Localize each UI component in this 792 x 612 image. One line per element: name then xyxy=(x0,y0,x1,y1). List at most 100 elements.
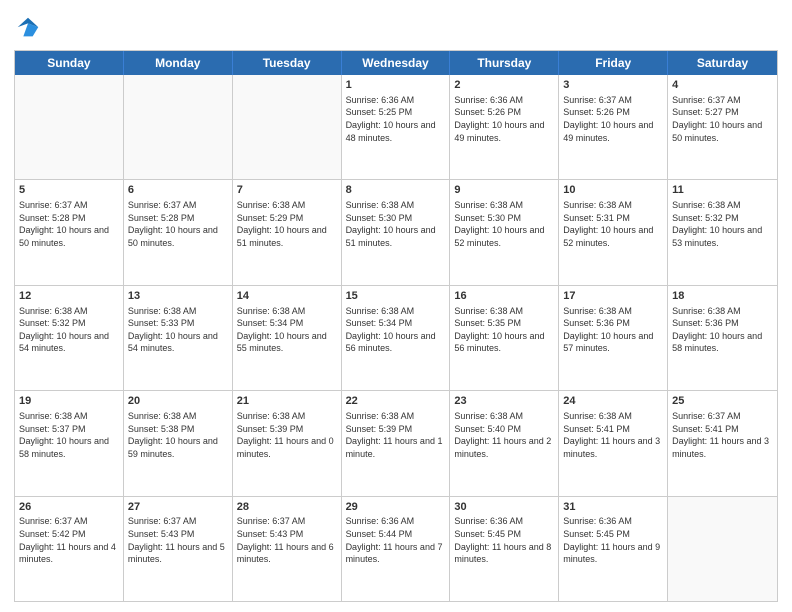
day-info: Sunrise: 6:37 AMSunset: 5:41 PMDaylight:… xyxy=(672,410,773,460)
empty-cell xyxy=(233,75,342,179)
day-cell-24: 24Sunrise: 6:38 AMSunset: 5:41 PMDayligh… xyxy=(559,391,668,495)
day-info: Sunrise: 6:38 AMSunset: 5:38 PMDaylight:… xyxy=(128,410,228,460)
day-number: 24 xyxy=(563,394,663,409)
day-number: 21 xyxy=(237,394,337,409)
empty-cell xyxy=(15,75,124,179)
week-row-4: 19Sunrise: 6:38 AMSunset: 5:37 PMDayligh… xyxy=(15,391,777,496)
day-number: 28 xyxy=(237,500,337,515)
calendar-body: 1Sunrise: 6:36 AMSunset: 5:25 PMDaylight… xyxy=(15,75,777,601)
day-cell-27: 27Sunrise: 6:37 AMSunset: 5:43 PMDayligh… xyxy=(124,497,233,601)
header-day-wednesday: Wednesday xyxy=(342,51,451,75)
day-cell-5: 5Sunrise: 6:37 AMSunset: 5:28 PMDaylight… xyxy=(15,180,124,284)
logo-icon xyxy=(14,14,42,42)
day-info: Sunrise: 6:37 AMSunset: 5:28 PMDaylight:… xyxy=(128,199,228,249)
day-cell-26: 26Sunrise: 6:37 AMSunset: 5:42 PMDayligh… xyxy=(15,497,124,601)
day-cell-12: 12Sunrise: 6:38 AMSunset: 5:32 PMDayligh… xyxy=(15,286,124,390)
page: SundayMondayTuesdayWednesdayThursdayFrid… xyxy=(0,0,792,612)
day-cell-22: 22Sunrise: 6:38 AMSunset: 5:39 PMDayligh… xyxy=(342,391,451,495)
week-row-2: 5Sunrise: 6:37 AMSunset: 5:28 PMDaylight… xyxy=(15,180,777,285)
day-cell-14: 14Sunrise: 6:38 AMSunset: 5:34 PMDayligh… xyxy=(233,286,342,390)
day-info: Sunrise: 6:38 AMSunset: 5:30 PMDaylight:… xyxy=(454,199,554,249)
day-info: Sunrise: 6:38 AMSunset: 5:31 PMDaylight:… xyxy=(563,199,663,249)
day-cell-23: 23Sunrise: 6:38 AMSunset: 5:40 PMDayligh… xyxy=(450,391,559,495)
day-info: Sunrise: 6:36 AMSunset: 5:45 PMDaylight:… xyxy=(454,515,554,565)
day-cell-2: 2Sunrise: 6:36 AMSunset: 5:26 PMDaylight… xyxy=(450,75,559,179)
day-info: Sunrise: 6:38 AMSunset: 5:39 PMDaylight:… xyxy=(237,410,337,460)
day-number: 8 xyxy=(346,183,446,198)
day-cell-9: 9Sunrise: 6:38 AMSunset: 5:30 PMDaylight… xyxy=(450,180,559,284)
day-info: Sunrise: 6:36 AMSunset: 5:44 PMDaylight:… xyxy=(346,515,446,565)
day-info: Sunrise: 6:38 AMSunset: 5:32 PMDaylight:… xyxy=(19,305,119,355)
week-row-3: 12Sunrise: 6:38 AMSunset: 5:32 PMDayligh… xyxy=(15,286,777,391)
day-number: 7 xyxy=(237,183,337,198)
day-number: 9 xyxy=(454,183,554,198)
day-cell-16: 16Sunrise: 6:38 AMSunset: 5:35 PMDayligh… xyxy=(450,286,559,390)
day-cell-30: 30Sunrise: 6:36 AMSunset: 5:45 PMDayligh… xyxy=(450,497,559,601)
header-day-friday: Friday xyxy=(559,51,668,75)
day-number: 15 xyxy=(346,289,446,304)
day-number: 5 xyxy=(19,183,119,198)
day-info: Sunrise: 6:38 AMSunset: 5:37 PMDaylight:… xyxy=(19,410,119,460)
day-info: Sunrise: 6:36 AMSunset: 5:45 PMDaylight:… xyxy=(563,515,663,565)
day-number: 3 xyxy=(563,78,663,93)
day-number: 27 xyxy=(128,500,228,515)
header-day-thursday: Thursday xyxy=(450,51,559,75)
day-info: Sunrise: 6:37 AMSunset: 5:43 PMDaylight:… xyxy=(128,515,228,565)
day-info: Sunrise: 6:37 AMSunset: 5:27 PMDaylight:… xyxy=(672,94,773,144)
day-number: 12 xyxy=(19,289,119,304)
day-cell-7: 7Sunrise: 6:38 AMSunset: 5:29 PMDaylight… xyxy=(233,180,342,284)
day-number: 2 xyxy=(454,78,554,93)
day-info: Sunrise: 6:38 AMSunset: 5:36 PMDaylight:… xyxy=(563,305,663,355)
day-cell-19: 19Sunrise: 6:38 AMSunset: 5:37 PMDayligh… xyxy=(15,391,124,495)
day-cell-21: 21Sunrise: 6:38 AMSunset: 5:39 PMDayligh… xyxy=(233,391,342,495)
day-number: 11 xyxy=(672,183,773,198)
day-number: 30 xyxy=(454,500,554,515)
day-info: Sunrise: 6:38 AMSunset: 5:32 PMDaylight:… xyxy=(672,199,773,249)
day-cell-13: 13Sunrise: 6:38 AMSunset: 5:33 PMDayligh… xyxy=(124,286,233,390)
day-info: Sunrise: 6:38 AMSunset: 5:30 PMDaylight:… xyxy=(346,199,446,249)
day-cell-20: 20Sunrise: 6:38 AMSunset: 5:38 PMDayligh… xyxy=(124,391,233,495)
day-cell-18: 18Sunrise: 6:38 AMSunset: 5:36 PMDayligh… xyxy=(668,286,777,390)
day-info: Sunrise: 6:38 AMSunset: 5:34 PMDaylight:… xyxy=(346,305,446,355)
day-number: 4 xyxy=(672,78,773,93)
day-cell-10: 10Sunrise: 6:38 AMSunset: 5:31 PMDayligh… xyxy=(559,180,668,284)
day-number: 18 xyxy=(672,289,773,304)
day-number: 16 xyxy=(454,289,554,304)
day-number: 1 xyxy=(346,78,446,93)
day-info: Sunrise: 6:38 AMSunset: 5:40 PMDaylight:… xyxy=(454,410,554,460)
day-cell-29: 29Sunrise: 6:36 AMSunset: 5:44 PMDayligh… xyxy=(342,497,451,601)
day-cell-8: 8Sunrise: 6:38 AMSunset: 5:30 PMDaylight… xyxy=(342,180,451,284)
day-info: Sunrise: 6:37 AMSunset: 5:28 PMDaylight:… xyxy=(19,199,119,249)
day-cell-6: 6Sunrise: 6:37 AMSunset: 5:28 PMDaylight… xyxy=(124,180,233,284)
day-info: Sunrise: 6:38 AMSunset: 5:41 PMDaylight:… xyxy=(563,410,663,460)
day-number: 10 xyxy=(563,183,663,198)
day-info: Sunrise: 6:38 AMSunset: 5:34 PMDaylight:… xyxy=(237,305,337,355)
week-row-5: 26Sunrise: 6:37 AMSunset: 5:42 PMDayligh… xyxy=(15,497,777,601)
logo xyxy=(14,14,46,42)
day-info: Sunrise: 6:37 AMSunset: 5:42 PMDaylight:… xyxy=(19,515,119,565)
day-number: 29 xyxy=(346,500,446,515)
day-cell-15: 15Sunrise: 6:38 AMSunset: 5:34 PMDayligh… xyxy=(342,286,451,390)
day-number: 14 xyxy=(237,289,337,304)
day-number: 13 xyxy=(128,289,228,304)
empty-cell xyxy=(668,497,777,601)
day-number: 20 xyxy=(128,394,228,409)
day-number: 23 xyxy=(454,394,554,409)
day-cell-31: 31Sunrise: 6:36 AMSunset: 5:45 PMDayligh… xyxy=(559,497,668,601)
day-cell-17: 17Sunrise: 6:38 AMSunset: 5:36 PMDayligh… xyxy=(559,286,668,390)
day-info: Sunrise: 6:38 AMSunset: 5:29 PMDaylight:… xyxy=(237,199,337,249)
day-number: 31 xyxy=(563,500,663,515)
day-number: 22 xyxy=(346,394,446,409)
day-cell-3: 3Sunrise: 6:37 AMSunset: 5:26 PMDaylight… xyxy=(559,75,668,179)
header-day-sunday: Sunday xyxy=(15,51,124,75)
day-info: Sunrise: 6:37 AMSunset: 5:26 PMDaylight:… xyxy=(563,94,663,144)
day-info: Sunrise: 6:36 AMSunset: 5:25 PMDaylight:… xyxy=(346,94,446,144)
header-day-tuesday: Tuesday xyxy=(233,51,342,75)
calendar-header: SundayMondayTuesdayWednesdayThursdayFrid… xyxy=(15,51,777,75)
calendar: SundayMondayTuesdayWednesdayThursdayFrid… xyxy=(14,50,778,602)
day-info: Sunrise: 6:36 AMSunset: 5:26 PMDaylight:… xyxy=(454,94,554,144)
header-day-saturday: Saturday xyxy=(668,51,777,75)
day-cell-4: 4Sunrise: 6:37 AMSunset: 5:27 PMDaylight… xyxy=(668,75,777,179)
day-info: Sunrise: 6:38 AMSunset: 5:39 PMDaylight:… xyxy=(346,410,446,460)
day-cell-28: 28Sunrise: 6:37 AMSunset: 5:43 PMDayligh… xyxy=(233,497,342,601)
